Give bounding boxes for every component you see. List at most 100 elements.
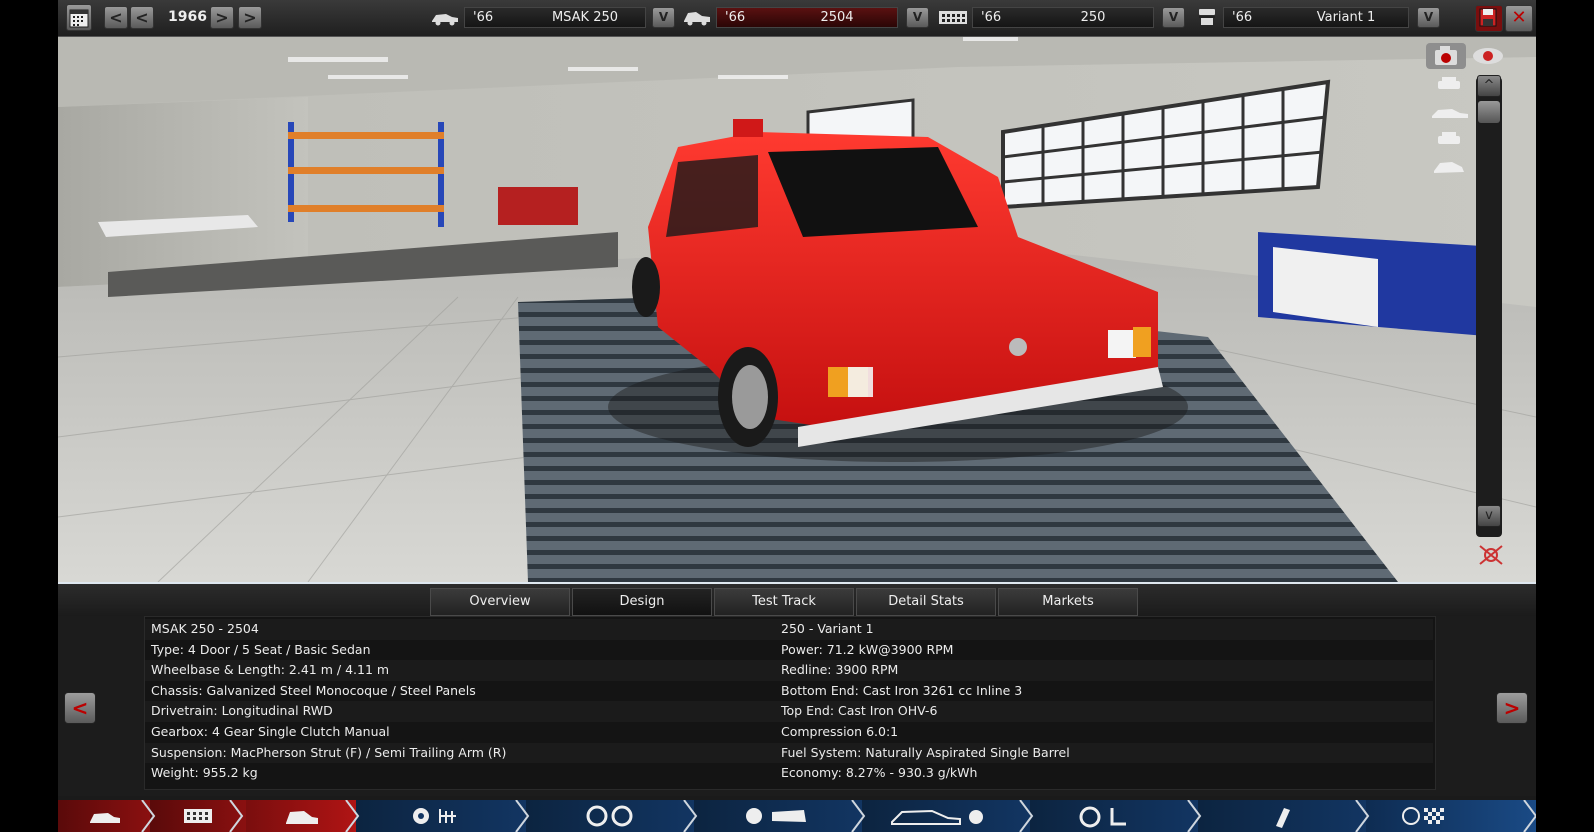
spec-row: Suspension: MacPherson Strut (F) / Semi … [145, 742, 775, 764]
app-frame: < < 1966 > > '66 MSAK 250 V '66 2504 V '… [58, 0, 1536, 832]
piston-icon [1199, 9, 1215, 25]
calendar-icon[interactable] [66, 4, 92, 31]
camera-icon [1435, 46, 1457, 65]
reset-view-button[interactable] [1476, 542, 1506, 568]
spec-row: Power: 71.2 kW@3900 RPM [781, 641, 954, 657]
steering-wheel-icon [1079, 806, 1126, 828]
top-bar: < < 1966 > > '66 MSAK 250 V '66 2504 V '… [58, 0, 1536, 37]
stage-body[interactable] [246, 800, 356, 832]
spec-row: Fuel System: Naturally Aspirated Single … [775, 742, 1433, 764]
car-body-icon [286, 811, 318, 824]
car-spec-column: MSAK 250 - 2504 Type: 4 Door / 5 Seat / … [145, 619, 775, 784]
tab-overview[interactable]: Overview [430, 588, 570, 616]
variant-field[interactable]: '66 Variant 1 [1223, 7, 1409, 28]
prev-car-button[interactable]: < [64, 692, 96, 724]
spec-table: MSAK 250 - 2504 Type: 4 Door / 5 Seat / … [144, 616, 1436, 790]
spec-row: Top End: Cast Iron OHV-6 [775, 701, 1433, 722]
close-icon: ✕ [1511, 7, 1527, 28]
car-model-icon [432, 14, 458, 26]
scroll-thumb[interactable] [1478, 101, 1500, 123]
variant-year: '66 [1232, 10, 1253, 25]
engine-name: 250 [1080, 10, 1106, 25]
tab-test-track[interactable]: Test Track [714, 588, 854, 616]
car-front-view-icon [1438, 77, 1460, 89]
save-icon [1479, 8, 1497, 27]
trim-year: '66 [725, 10, 746, 25]
save-button[interactable] [1475, 5, 1503, 32]
view-scrollbar[interactable] [1476, 77, 1502, 537]
checkered-flag-icon [1402, 807, 1444, 825]
stage-chassis[interactable] [150, 800, 246, 832]
next-car-button[interactable]: > [1496, 692, 1528, 724]
spec-row: 250 - Variant 1 [775, 619, 1433, 640]
stage-model[interactable] [58, 800, 150, 832]
spark-plug-icon [1276, 808, 1290, 828]
close-button[interactable]: ✕ [1505, 5, 1533, 32]
scroll-up-button[interactable]: ^ [1477, 75, 1501, 97]
garage-scene [58, 37, 1536, 582]
spec-row: MSAK 250 - 2504 [145, 619, 775, 640]
garage-3d-viewport[interactable]: ^ v [58, 37, 1536, 582]
stage-engine[interactable] [356, 800, 526, 832]
variant-selector: '66 Variant 1 V [1195, 5, 1465, 30]
stage-aero[interactable] [862, 800, 1030, 832]
year-display: 1966 [168, 9, 207, 25]
engine-spec-column: 250 - Variant 1 Power: 71.2 kW@3900 RPM … [775, 619, 1433, 784]
chassis-icon [184, 809, 212, 823]
spec-row: Gearbox: 4 Gear Single Clutch Manual [151, 723, 390, 739]
view-angle-button[interactable] [1432, 157, 1466, 179]
spec-row: Compression 6.0:1 [781, 723, 899, 739]
car-angle-view-icon [1434, 162, 1464, 173]
camera-button[interactable] [1426, 43, 1466, 69]
engine-field[interactable]: '66 250 [972, 7, 1154, 28]
aero-icon [891, 809, 983, 825]
spec-row: Wheelbase & Length: 2.41 m / 4.11 m [145, 660, 775, 681]
spec-row: Drivetrain: Longitudinal RWD [145, 701, 775, 722]
car-info-panel: MSAK 250 - 2504 Type: 4 Door / 5 Seat / … [58, 616, 1536, 796]
car-side-view-icon [1432, 109, 1468, 118]
scroll-down-button[interactable]: v [1477, 505, 1501, 527]
model-name: MSAK 250 [551, 10, 619, 25]
tab-markets[interactable]: Markets [998, 588, 1138, 616]
reset-view-icon [1479, 545, 1503, 565]
info-tabs: Overview Design Test Track Detail Stats … [58, 582, 1536, 618]
trim-field[interactable]: '66 2504 [716, 7, 898, 28]
model-field[interactable]: '66 MSAK 250 [464, 7, 646, 28]
model-dropdown-button[interactable]: V [652, 7, 675, 28]
car-body-icon [684, 12, 710, 26]
tab-detail-stats[interactable]: Detail Stats [856, 588, 996, 616]
trim-name: 2504 [820, 10, 854, 25]
brake-icon [746, 808, 806, 824]
spec-row: Weight: 955.2 kg [151, 765, 258, 781]
spec-row: Redline: 3900 RPM [775, 660, 1433, 681]
spec-row: Chassis: Galvanized Steel Monocoque / St… [151, 682, 476, 698]
stage-testing[interactable] [1366, 800, 1536, 832]
stage-tuning[interactable] [1198, 800, 1366, 832]
model-year: '66 [473, 10, 494, 25]
year-prev-fast-button[interactable]: < [104, 6, 128, 29]
spec-row: Bottom End: Cast Iron 3261 cc Inline 3 [781, 682, 1023, 698]
year-prev-button[interactable]: < [130, 6, 154, 29]
engine-gear-icon [413, 808, 456, 824]
engine-dropdown-button[interactable]: V [1162, 7, 1185, 28]
visibility-toggle[interactable] [1470, 43, 1506, 69]
stage-fixtures[interactable] [694, 800, 862, 832]
view-side-button[interactable] [1430, 103, 1470, 123]
view-front-button[interactable] [1434, 75, 1464, 95]
year-next-fast-button[interactable]: > [238, 6, 262, 29]
trim-dropdown-button[interactable]: V [906, 7, 929, 28]
engine-year: '66 [981, 10, 1002, 25]
year-next-button[interactable]: > [210, 6, 234, 29]
variant-dropdown-button[interactable]: V [1417, 7, 1440, 28]
spec-row: Type: 4 Door / 5 Seat / Basic Sedan [151, 641, 371, 657]
eye-icon [1473, 48, 1503, 64]
car-model-icon [90, 813, 120, 823]
tab-design[interactable]: Design [572, 588, 712, 616]
spec-row: Economy: 8.27% - 930.3 g/kWh [781, 765, 978, 781]
variant-name: Variant 1 [1316, 10, 1376, 25]
car-rear-view-icon [1438, 132, 1460, 144]
view-rear-button[interactable] [1434, 129, 1464, 149]
stage-interior[interactable] [1030, 800, 1198, 832]
wheels-icon [586, 805, 633, 827]
stage-wheels[interactable] [526, 800, 694, 832]
